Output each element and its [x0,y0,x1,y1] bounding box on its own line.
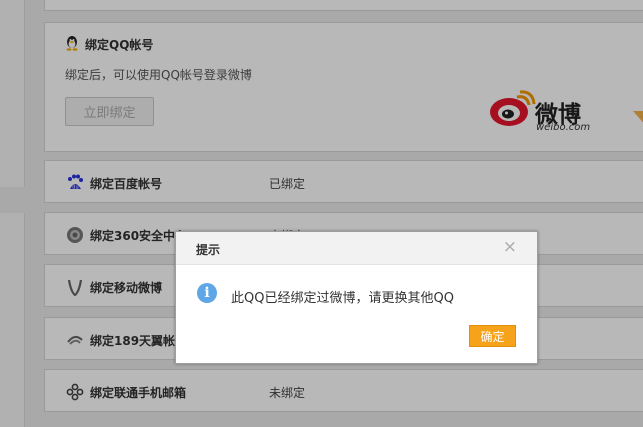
close-icon[interactable]: × [503,237,517,257]
dialog-title: 提示 [196,243,221,257]
info-icon: i [197,283,217,303]
alert-dialog: 提示 × i 此QQ已经绑定过微博，请更换其他QQ 确定 [175,231,538,364]
confirm-button[interactable]: 确定 [469,325,516,347]
dialog-header: 提示 × [176,232,537,265]
dialog-message: 此QQ已经绑定过微博，请更换其他QQ [231,291,454,306]
